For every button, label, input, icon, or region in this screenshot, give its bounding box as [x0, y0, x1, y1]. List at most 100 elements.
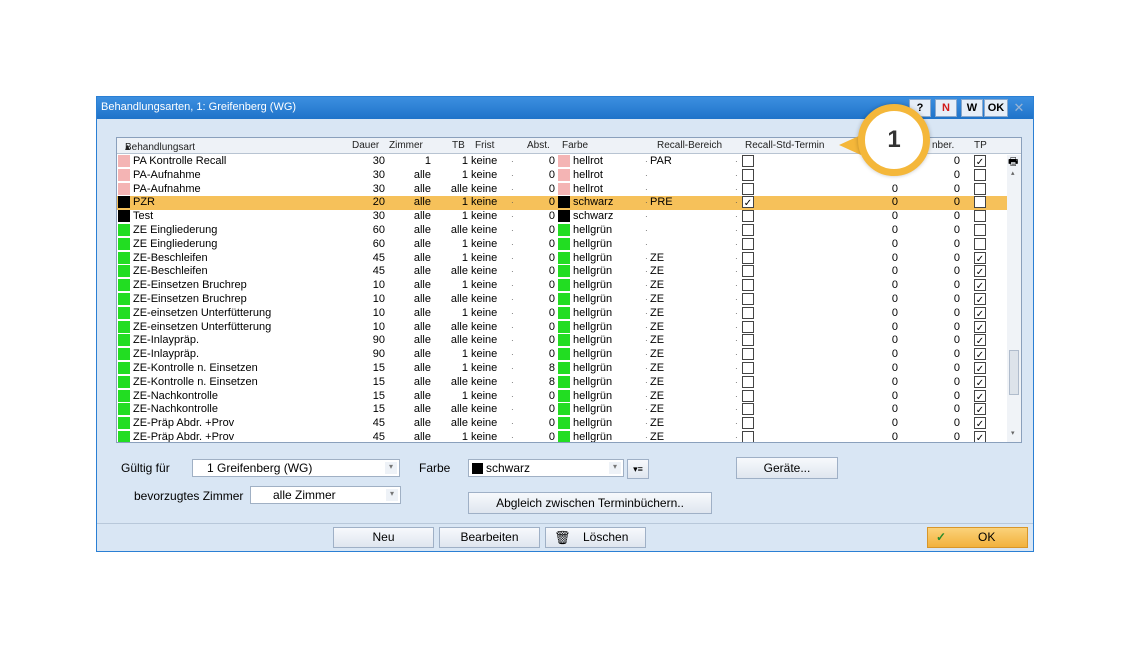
- table-row[interactable]: ZE Eingliederung 60 alle 1 keine · 0 hellgrün · ·…: [117, 237, 1007, 252]
- chevron-down-icon[interactable]: ·: [735, 348, 741, 362]
- table-row[interactable]: ZE-einsetzen Unterfütterung 10 alle 1 keine ·…: [117, 306, 1007, 321]
- cell-farbe[interactable]: hellgrün: [573, 431, 612, 442]
- n-button[interactable]: N: [935, 99, 957, 117]
- cell-recall[interactable]: ZE: [650, 321, 664, 335]
- cell-recall[interactable]: ZE: [650, 362, 664, 376]
- tp-checkbox[interactable]: [974, 223, 986, 236]
- tp-checkbox[interactable]: ✓: [974, 334, 986, 347]
- cell-frist[interactable]: keine: [471, 403, 497, 417]
- tp-checkbox[interactable]: [974, 210, 986, 223]
- col-abst[interactable]: Abst.: [527, 140, 550, 151]
- chevron-down-icon[interactable]: ·: [511, 403, 517, 417]
- cell-farbe[interactable]: hellgrün: [573, 238, 612, 252]
- chevron-down-icon[interactable]: ·: [735, 252, 741, 266]
- table-row[interactable]: ZE-Präp Abdr. +Prov 45 alle alle keine · 0 hell…: [117, 417, 1007, 431]
- cell-recall[interactable]: ZE: [650, 390, 664, 404]
- cell-frist[interactable]: keine: [471, 224, 497, 238]
- cell-farbe[interactable]: hellrot: [573, 155, 603, 169]
- table-row[interactable]: ZE-Inlaypräp. 90 alle alle keine · 0 hellgrün · Z…: [117, 334, 1007, 348]
- abgleich-button[interactable]: Abgleich zwischen Terminbüchern..: [468, 492, 712, 514]
- chevron-down-icon[interactable]: ·: [511, 376, 517, 390]
- chevron-down-icon[interactable]: ·: [735, 362, 741, 376]
- chevron-down-icon[interactable]: ·: [511, 390, 517, 404]
- cell-farbe[interactable]: hellgrün: [573, 362, 612, 376]
- cell-recall[interactable]: ZE: [650, 252, 664, 266]
- chevron-down-icon[interactable]: ·: [511, 155, 517, 169]
- tp-checkbox[interactable]: ✓: [974, 361, 986, 375]
- cell-frist[interactable]: keine: [471, 431, 497, 442]
- cell-farbe[interactable]: hellgrün: [573, 334, 612, 348]
- chevron-down-icon[interactable]: ·: [511, 362, 517, 376]
- cell-frist[interactable]: keine: [471, 155, 497, 169]
- table-row[interactable]: ZE-Präp Abdr. +Prov 45 alle 1 keine · 0 hellgrü…: [117, 430, 1007, 442]
- chevron-down-icon[interactable]: ·: [645, 224, 651, 238]
- chevron-down-icon[interactable]: ▾: [609, 462, 621, 474]
- loeschen-button[interactable]: 🗑 Löschen: [545, 527, 646, 548]
- tp-checkbox[interactable]: [974, 196, 986, 209]
- cell-recall[interactable]: ZE: [650, 279, 664, 293]
- cell-frist[interactable]: keine: [471, 265, 497, 279]
- bearbeiten-button[interactable]: Bearbeiten: [439, 527, 540, 548]
- tp-checkbox[interactable]: ✓: [974, 155, 986, 168]
- cell-frist[interactable]: keine: [471, 252, 497, 266]
- farbe-select[interactable]: schwarz ▾: [468, 459, 624, 477]
- tp-checkbox[interactable]: ✓: [974, 417, 986, 430]
- tp-checkbox[interactable]: ✓: [974, 375, 986, 389]
- recall-std-checkbox[interactable]: [742, 292, 754, 305]
- chevron-down-icon[interactable]: ·: [511, 210, 517, 224]
- cell-farbe[interactable]: hellgrün: [573, 293, 612, 307]
- table-row[interactable]: ZE-Einsetzen Bruchrep 10 alle alle keine · 0 he…: [117, 292, 1007, 307]
- chevron-down-icon[interactable]: ·: [735, 183, 741, 197]
- chevron-down-icon[interactable]: ·: [735, 224, 741, 238]
- cell-frist[interactable]: keine: [471, 210, 497, 224]
- cell-farbe[interactable]: hellgrün: [573, 403, 612, 417]
- cell-farbe[interactable]: hellgrün: [573, 279, 612, 293]
- cell-frist[interactable]: keine: [471, 238, 497, 252]
- tp-checkbox[interactable]: [974, 182, 986, 195]
- cell-farbe[interactable]: hellgrün: [573, 252, 612, 266]
- col-frist[interactable]: Frist: [475, 140, 494, 151]
- recall-std-checkbox[interactable]: [742, 279, 754, 292]
- chevron-down-icon[interactable]: ·: [511, 293, 517, 307]
- col-dauer[interactable]: Dauer: [352, 140, 379, 151]
- chevron-down-icon[interactable]: ·: [645, 183, 651, 197]
- chevron-down-icon[interactable]: ▾: [385, 462, 397, 474]
- chevron-down-icon[interactable]: ·: [511, 224, 517, 238]
- cell-farbe[interactable]: hellgrün: [573, 265, 612, 279]
- recall-std-checkbox[interactable]: [742, 334, 754, 347]
- recall-std-checkbox[interactable]: [742, 251, 754, 264]
- cell-farbe[interactable]: hellrot: [573, 169, 603, 183]
- tp-checkbox[interactable]: ✓: [974, 279, 986, 292]
- chevron-down-icon[interactable]: ·: [735, 321, 741, 335]
- recall-std-checkbox[interactable]: [742, 168, 754, 181]
- cell-recall[interactable]: PRE: [650, 196, 673, 210]
- recall-std-checkbox[interactable]: ✓: [742, 196, 754, 209]
- cell-frist[interactable]: keine: [471, 321, 497, 335]
- chevron-down-icon[interactable]: ·: [511, 307, 517, 321]
- gueltig-select[interactable]: 1 Greifenberg (WG) ▾: [192, 459, 400, 477]
- recall-std-checkbox[interactable]: [742, 223, 754, 236]
- cell-frist[interactable]: keine: [471, 348, 497, 362]
- cell-frist[interactable]: keine: [471, 334, 497, 348]
- table-row[interactable]: ZE-Beschleifen 45 alle alle keine · 0 hellgrün ·…: [117, 265, 1007, 279]
- col-tp[interactable]: TP: [974, 140, 987, 151]
- chevron-down-icon[interactable]: ·: [511, 238, 517, 252]
- cell-recall[interactable]: ZE: [650, 307, 664, 321]
- chevron-down-icon[interactable]: ·: [735, 210, 741, 224]
- cell-frist[interactable]: keine: [471, 279, 497, 293]
- col-nber[interactable]: nber.: [932, 140, 954, 151]
- cell-recall[interactable]: ZE: [650, 348, 664, 362]
- chevron-down-icon[interactable]: ·: [735, 169, 741, 183]
- cell-frist[interactable]: keine: [471, 390, 497, 404]
- chevron-down-icon[interactable]: ·: [511, 169, 517, 183]
- col-farbe[interactable]: Farbe: [562, 140, 588, 151]
- tp-checkbox[interactable]: ✓: [974, 292, 986, 306]
- chevron-down-icon[interactable]: ·: [735, 293, 741, 307]
- recall-std-checkbox[interactable]: [742, 361, 754, 374]
- chevron-down-icon[interactable]: ·: [735, 431, 741, 442]
- recall-std-checkbox[interactable]: [742, 375, 754, 388]
- recall-std-checkbox[interactable]: [742, 403, 754, 416]
- cell-recall[interactable]: PAR: [650, 155, 672, 169]
- table-row[interactable]: ZE-Kontrolle n. Einsetzen 15 alle alle keine…: [117, 375, 1007, 390]
- zimmer-select[interactable]: alle Zimmer ▾: [250, 486, 401, 504]
